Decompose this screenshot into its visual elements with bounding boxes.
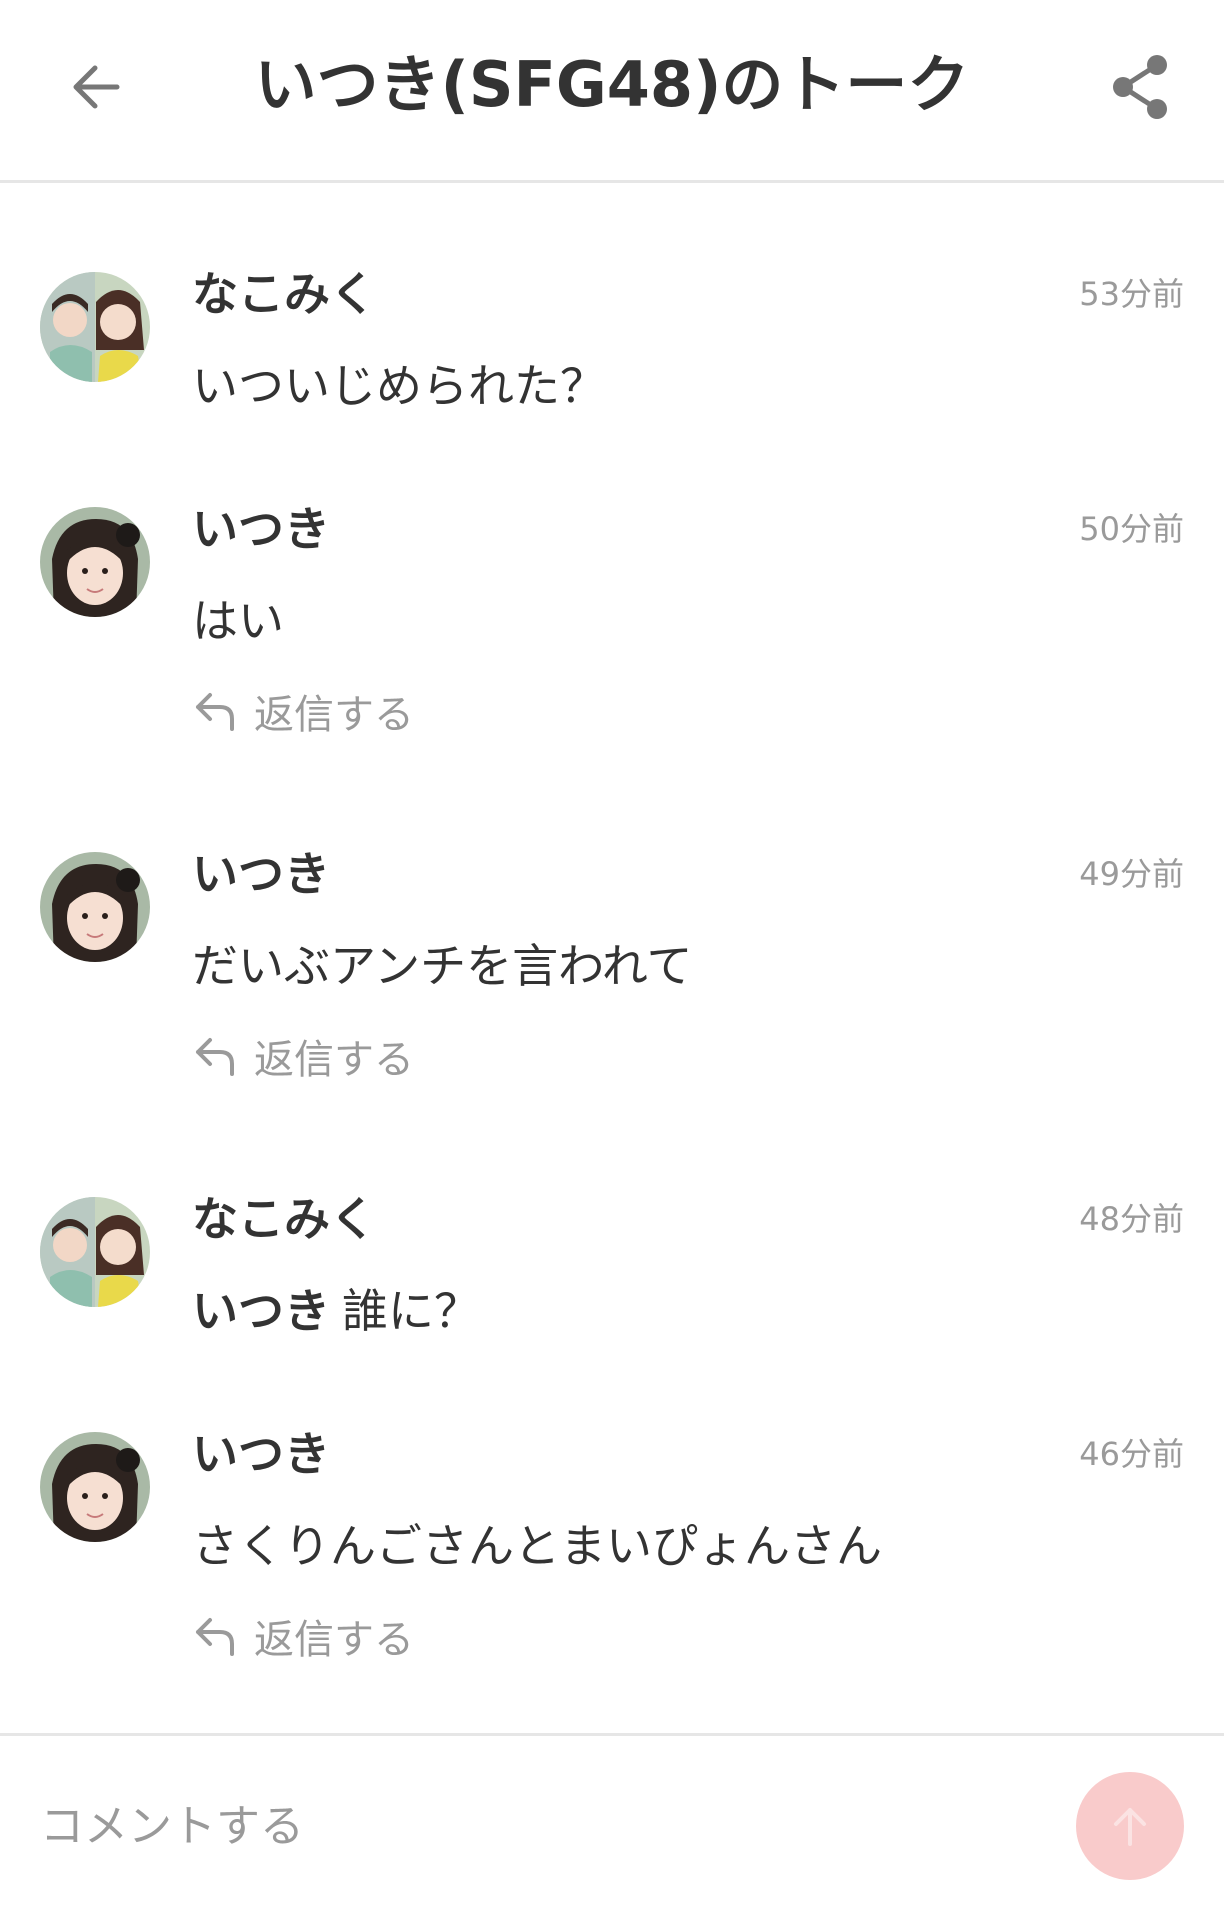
comment-author[interactable]: なこみく xyxy=(192,264,376,324)
avatar-itsuki-image xyxy=(40,507,150,617)
mention-link[interactable]: いつき xyxy=(192,1284,330,1338)
reply-button[interactable]: 返信する xyxy=(192,683,414,739)
comment-text: いつき 誰に？ xyxy=(192,1281,480,1341)
comment-author[interactable]: いつき xyxy=(192,844,330,904)
comment-text: だいぶアンチを言われて xyxy=(192,936,692,996)
comment-text: さくりんごさんとまいぴょんさん xyxy=(192,1516,882,1576)
app-header: いつき(SFG48)のトーク xyxy=(0,0,1224,183)
reply-label: 返信する xyxy=(254,692,414,738)
comment-input[interactable] xyxy=(40,1786,1000,1866)
comment-text-content: 誰に？ xyxy=(342,1284,480,1338)
comment-text-content: だいぶアンチを言われて xyxy=(192,939,693,993)
comment-author[interactable]: いつき xyxy=(192,1424,330,1484)
reply-button[interactable]: 返信する xyxy=(192,1028,414,1084)
avatar[interactable] xyxy=(40,272,150,382)
reply-icon xyxy=(196,693,234,731)
avatar[interactable] xyxy=(40,1432,150,1542)
comment-list: なこみく 53分前 いついじめられた？ いつき 50分前 はい 返信する いつき… xyxy=(0,183,1224,1733)
reply-icon xyxy=(196,1038,234,1076)
comment-text-content: さくりんごさんとまいぴょんさん xyxy=(192,1519,882,1573)
avatar-itsuki-image xyxy=(40,852,150,962)
back-button[interactable] xyxy=(52,42,142,132)
avatar[interactable] xyxy=(40,852,150,962)
avatar-nakomiku-image xyxy=(40,1197,150,1307)
comment-author[interactable]: いつき xyxy=(192,499,330,559)
send-button[interactable] xyxy=(1076,1772,1184,1880)
reply-label: 返信する xyxy=(254,1617,414,1663)
comment-timestamp: 49分前 xyxy=(1079,855,1184,893)
avatar-itsuki-image xyxy=(40,1432,150,1542)
comment-timestamp: 50分前 xyxy=(1079,510,1184,548)
avatar[interactable] xyxy=(40,507,150,617)
comment-text-content: いついじめられた？ xyxy=(192,359,606,413)
comment-text-content: はい xyxy=(192,594,284,648)
comment-text: いついじめられた？ xyxy=(192,356,606,416)
arrow-up-icon xyxy=(1114,1808,1146,1846)
avatar[interactable] xyxy=(40,1197,150,1307)
share-icon xyxy=(1113,55,1167,119)
comment-timestamp: 53分前 xyxy=(1079,275,1184,313)
comment-timestamp: 48分前 xyxy=(1079,1200,1184,1238)
arrow-left-icon xyxy=(73,65,120,109)
reply-icon xyxy=(196,1618,234,1656)
share-button[interactable] xyxy=(1096,42,1186,132)
comment-author[interactable]: なこみく xyxy=(192,1189,376,1249)
comment-timestamp: 46分前 xyxy=(1079,1435,1184,1473)
comment-composer xyxy=(0,1733,1224,1923)
comment-text: はい xyxy=(192,591,284,651)
reply-label: 返信する xyxy=(254,1037,414,1083)
page-title: いつき(SFG48)のトーク xyxy=(254,48,970,121)
reply-button[interactable]: 返信する xyxy=(192,1608,414,1664)
avatar-nakomiku-image xyxy=(40,272,150,382)
